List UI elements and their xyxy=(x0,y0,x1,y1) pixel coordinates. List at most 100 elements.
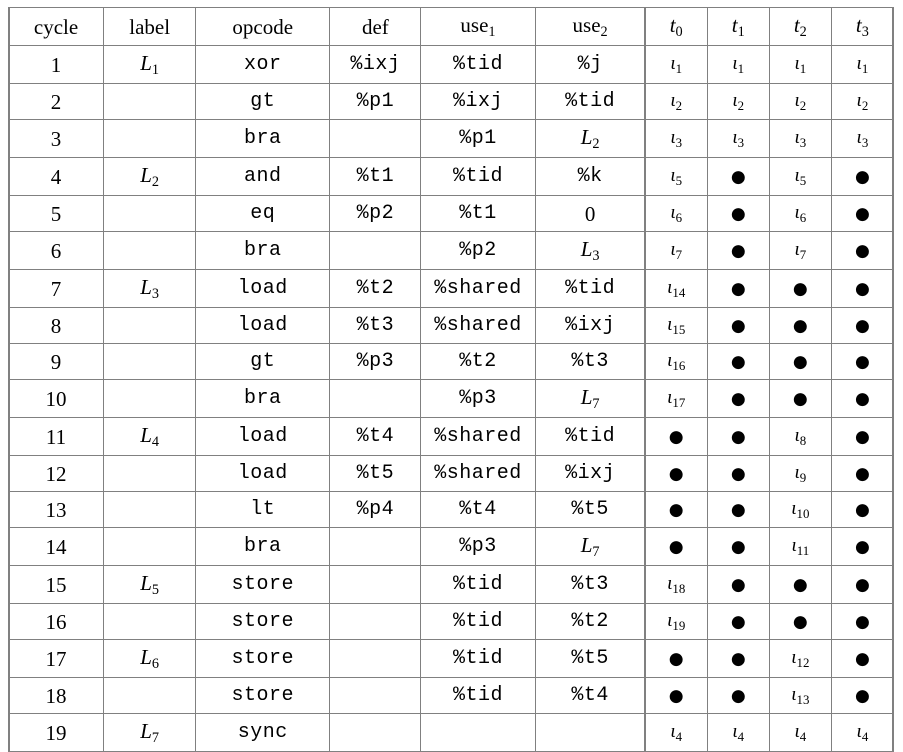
cell-def: %t3 xyxy=(330,307,422,343)
cell-use1: %tid xyxy=(421,157,536,195)
column-header-subscript: 0 xyxy=(675,24,683,41)
cell-label: L7 xyxy=(104,713,197,752)
cell-def xyxy=(330,119,422,157)
column-header-label: t xyxy=(855,13,862,37)
cell-label: L4 xyxy=(104,417,197,455)
cell-t2-empty: ● xyxy=(769,379,832,417)
cell-t0: ι16 xyxy=(645,343,708,379)
cell-t2: ι13 xyxy=(769,677,832,713)
cell-t3-empty: ● xyxy=(831,677,894,713)
cell-cycle: 14 xyxy=(8,527,105,565)
cell-t1-empty: ● xyxy=(707,231,770,269)
column-header-subscript: 2 xyxy=(600,24,608,41)
cell-def: %ixj xyxy=(330,45,422,83)
iota-subscript: 4 xyxy=(861,728,869,744)
cell-label xyxy=(104,677,197,713)
cell-label xyxy=(104,83,197,119)
cell-t3-empty: ● xyxy=(831,491,894,527)
cell-label: L2 xyxy=(104,157,197,195)
cell-opcode: store xyxy=(196,565,331,603)
cell-use1: %ixj xyxy=(421,83,536,119)
cell-use1: %shared xyxy=(421,417,536,455)
label-subscript: 1 xyxy=(151,62,160,79)
cell-opcode: load xyxy=(196,417,331,455)
cell-t3-empty: ● xyxy=(831,639,894,677)
label-subscript: 4 xyxy=(151,434,160,451)
cell-def: %p3 xyxy=(330,343,422,379)
label-text: L xyxy=(140,423,152,447)
cell-use2: %t3 xyxy=(535,565,646,603)
cell-t0-empty: ● xyxy=(645,677,708,713)
instruction-schedule-table: cycle label opcode def use1 use2 t0 t1 t2 t3 1 L1 x… xyxy=(8,7,894,752)
label-text: L xyxy=(140,645,152,669)
cell-t2: ι5 xyxy=(769,157,832,195)
cell-use1: %t4 xyxy=(421,491,536,527)
iota-symbol: ι xyxy=(794,202,800,223)
use2-text: L xyxy=(580,237,593,261)
cell-t2: ι3 xyxy=(769,119,832,157)
cell-label xyxy=(104,231,197,269)
cell-def: %t4 xyxy=(330,417,422,455)
iota-symbol: ι xyxy=(794,425,800,446)
cell-def xyxy=(330,565,422,603)
iota-subscript: 1 xyxy=(737,60,745,76)
table-row: 14 bra %p3 L7 ● ● ι11 ● xyxy=(8,527,894,565)
label-subscript: 6 xyxy=(151,656,160,673)
cell-opcode: gt xyxy=(196,83,331,119)
iota-symbol: ι xyxy=(794,127,800,148)
cell-t2: ι4 xyxy=(769,713,832,752)
table-row: 7 L3 load %t2 %shared %tid ι14 ● ● ● xyxy=(8,269,894,307)
cell-use2: %t5 xyxy=(535,491,646,527)
cell-label xyxy=(104,379,197,417)
table-body: 1 L1 xor %ixj %tid %j ι1 ι1 ι1 ι1 2 gt %p1 %ixj %tid ι2… xyxy=(8,45,894,752)
cell-label xyxy=(104,307,197,343)
cell-t3-empty: ● xyxy=(831,343,894,379)
label-subscript: 7 xyxy=(151,730,160,747)
cell-t2: ι8 xyxy=(769,417,832,455)
use2-text: %ixj xyxy=(565,313,616,337)
iota-symbol: ι xyxy=(670,165,676,186)
use2-text: %t3 xyxy=(571,349,609,373)
cell-t1: ι1 xyxy=(707,45,770,83)
column-header-label: t xyxy=(669,13,676,37)
cell-t2-empty: ● xyxy=(769,565,832,603)
column-header-subscript: 3 xyxy=(861,24,869,41)
cell-t1-empty: ● xyxy=(707,527,770,565)
cell-opcode: bra xyxy=(196,527,331,565)
column-header-label: use xyxy=(460,13,489,37)
cell-cycle: 16 xyxy=(8,603,105,639)
cell-opcode: lt xyxy=(196,491,331,527)
column-header-subscript: 1 xyxy=(737,24,745,41)
cell-t3-empty: ● xyxy=(831,157,894,195)
iota-symbol: ι xyxy=(794,165,800,186)
cell-t0-empty: ● xyxy=(645,527,708,565)
iota-subscript: 19 xyxy=(672,617,686,633)
cell-use2: %j xyxy=(535,45,646,83)
cell-t1-empty: ● xyxy=(707,417,770,455)
cell-t3-empty: ● xyxy=(831,565,894,603)
cell-use2: 0 xyxy=(535,195,646,231)
cell-t1: ι3 xyxy=(707,119,770,157)
use2-text: L xyxy=(580,533,593,557)
column-header-t0: t0 xyxy=(645,7,708,45)
column-header-label: opcode xyxy=(232,14,294,39)
iota-subscript: 2 xyxy=(799,97,807,113)
cell-opcode: and xyxy=(196,157,331,195)
iota-subscript: 13 xyxy=(796,691,810,707)
cell-use1: %p3 xyxy=(421,527,536,565)
column-header-label: t xyxy=(731,13,738,37)
column-header-label: use xyxy=(572,13,601,37)
iota-symbol: ι xyxy=(670,90,676,111)
table-row: 15 L5 store %tid %t3 ι18 ● ● ● xyxy=(8,565,894,603)
table-row: 10 bra %p3 L7 ι17 ● ● ● xyxy=(8,379,894,417)
iota-subscript: 6 xyxy=(799,209,807,225)
cell-t0: ι15 xyxy=(645,307,708,343)
cell-use2: %t2 xyxy=(535,603,646,639)
cell-use1: %shared xyxy=(421,307,536,343)
use2-text: %t5 xyxy=(571,646,609,670)
iota-subscript: 14 xyxy=(672,284,686,300)
iota-subscript: 15 xyxy=(672,321,686,337)
column-header-use1: use1 xyxy=(421,7,536,45)
cell-t3-empty: ● xyxy=(831,603,894,639)
use2-text: %tid xyxy=(565,89,616,113)
